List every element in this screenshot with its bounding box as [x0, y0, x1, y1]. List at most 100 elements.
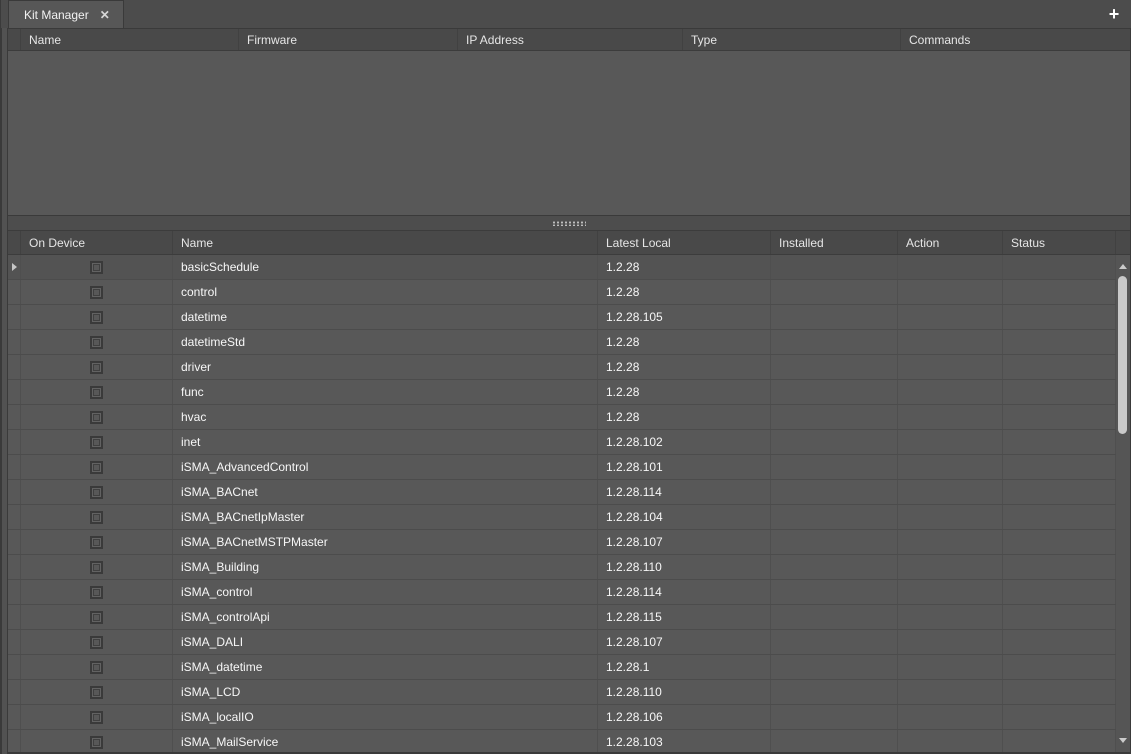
kit-action	[898, 605, 1003, 629]
kit-row[interactable]: iSMA_MailService 1.2.28.103	[8, 730, 1116, 752]
tab-label: Kit Manager	[24, 8, 89, 22]
kits-table-header: On Device Name Latest Local Installed Ac…	[8, 231, 1130, 255]
kit-row[interactable]: func 1.2.28	[8, 380, 1116, 405]
kit-row[interactable]: iSMA_BACnetMSTPMaster 1.2.28.107	[8, 530, 1116, 555]
kit-status	[1003, 305, 1116, 329]
kit-latest-local: 1.2.28.114	[598, 480, 771, 504]
kit-row[interactable]: iSMA_Building 1.2.28.110	[8, 555, 1116, 580]
on-device-cell	[21, 305, 173, 329]
kit-action	[898, 705, 1003, 729]
column-header-installed[interactable]: Installed	[771, 231, 898, 254]
kit-installed	[771, 630, 898, 654]
on-device-checkbox[interactable]	[90, 311, 103, 324]
kit-row[interactable]: hvac 1.2.28	[8, 405, 1116, 430]
kit-row[interactable]: datetime 1.2.28.105	[8, 305, 1116, 330]
vertical-scrollbar[interactable]	[1116, 255, 1130, 752]
kit-row[interactable]: iSMA_controlApi 1.2.28.115	[8, 605, 1116, 630]
kit-row[interactable]: inet 1.2.28.102	[8, 430, 1116, 455]
on-device-checkbox[interactable]	[90, 411, 103, 424]
checkbox-inner	[93, 339, 100, 346]
kit-manager-window: Kit Manager ✕ + Name Firmware IP Address…	[0, 0, 1131, 754]
current-row-arrow-icon	[12, 263, 17, 271]
on-device-checkbox[interactable]	[90, 561, 103, 574]
kit-row[interactable]: driver 1.2.28	[8, 355, 1116, 380]
kit-name: func	[173, 380, 598, 404]
kit-installed	[771, 530, 898, 554]
scrollbar-thumb[interactable]	[1118, 276, 1127, 434]
tab-kit-manager[interactable]: Kit Manager ✕	[8, 0, 124, 28]
on-device-cell	[21, 380, 173, 404]
tab-close-icon[interactable]: ✕	[100, 9, 110, 21]
kit-row[interactable]: datetimeStd 1.2.28	[8, 330, 1116, 355]
on-device-checkbox[interactable]	[90, 661, 103, 674]
kit-status	[1003, 380, 1116, 404]
on-device-checkbox[interactable]	[90, 336, 103, 349]
kit-latest-local: 1.2.28.114	[598, 580, 771, 604]
kit-row[interactable]: iSMA_BACnetIpMaster 1.2.28.104	[8, 505, 1116, 530]
on-device-checkbox[interactable]	[90, 486, 103, 499]
column-header-commands[interactable]: Commands	[901, 29, 1130, 50]
on-device-checkbox[interactable]	[90, 636, 103, 649]
on-device-checkbox[interactable]	[90, 586, 103, 599]
kit-name: iSMA_BACnetMSTPMaster	[173, 530, 598, 554]
column-header-ip-address[interactable]: IP Address	[458, 29, 683, 50]
kit-action	[898, 355, 1003, 379]
on-device-checkbox[interactable]	[90, 611, 103, 624]
kit-latest-local: 1.2.28.105	[598, 305, 771, 329]
kit-name: iSMA_AdvancedControl	[173, 455, 598, 479]
kit-latest-local: 1.2.28.110	[598, 680, 771, 704]
kit-row[interactable]: iSMA_control 1.2.28.114	[8, 580, 1116, 605]
column-header-firmware[interactable]: Firmware	[239, 29, 458, 50]
kit-row[interactable]: iSMA_DALI 1.2.28.107	[8, 630, 1116, 655]
dock-edge	[1, 28, 8, 754]
kit-action	[898, 430, 1003, 454]
on-device-checkbox[interactable]	[90, 286, 103, 299]
kit-row[interactable]: iSMA_AdvancedControl 1.2.28.101	[8, 455, 1116, 480]
on-device-checkbox[interactable]	[90, 736, 103, 749]
on-device-checkbox[interactable]	[90, 261, 103, 274]
on-device-checkbox[interactable]	[90, 686, 103, 699]
kit-row[interactable]: basicSchedule 1.2.28	[8, 255, 1116, 280]
on-device-checkbox[interactable]	[90, 361, 103, 374]
on-device-cell	[21, 555, 173, 579]
on-device-checkbox[interactable]	[90, 711, 103, 724]
kit-row[interactable]: iSMA_LCD 1.2.28.110	[8, 680, 1116, 705]
on-device-checkbox[interactable]	[90, 461, 103, 474]
column-header-on-device[interactable]: On Device	[21, 231, 173, 254]
column-header-name[interactable]: Name	[173, 231, 598, 254]
on-device-checkbox[interactable]	[90, 511, 103, 524]
chevron-up-icon	[1119, 264, 1127, 269]
kit-latest-local: 1.2.28.107	[598, 530, 771, 554]
scrollbar-track[interactable]	[1116, 273, 1130, 733]
kit-name: iSMA_Building	[173, 555, 598, 579]
kit-action	[898, 255, 1003, 279]
on-device-checkbox[interactable]	[90, 386, 103, 399]
kit-row[interactable]: control 1.2.28	[8, 280, 1116, 305]
kit-status	[1003, 555, 1116, 579]
kit-row[interactable]: iSMA_localIO 1.2.28.106	[8, 705, 1116, 730]
kit-name: iSMA_MailService	[173, 730, 598, 752]
column-header-latest-local[interactable]: Latest Local	[598, 231, 771, 254]
kit-status	[1003, 705, 1116, 729]
column-header-status[interactable]: Status	[1003, 231, 1116, 254]
row-selector-cell	[8, 530, 21, 554]
on-device-checkbox[interactable]	[90, 436, 103, 449]
kit-action	[898, 455, 1003, 479]
kit-installed	[771, 555, 898, 579]
kit-name: iSMA_controlApi	[173, 605, 598, 629]
kit-row[interactable]: iSMA_BACnet 1.2.28.114	[8, 480, 1116, 505]
kit-status	[1003, 505, 1116, 529]
splitter[interactable]	[8, 216, 1130, 231]
checkbox-inner	[93, 414, 100, 421]
column-header-name[interactable]: Name	[21, 29, 239, 50]
kit-latest-local: 1.2.28.106	[598, 705, 771, 729]
scroll-up-button[interactable]	[1116, 259, 1130, 273]
scroll-down-button[interactable]	[1116, 733, 1130, 747]
on-device-checkbox[interactable]	[90, 536, 103, 549]
add-tab-button[interactable]: +	[1104, 4, 1124, 24]
column-header-action[interactable]: Action	[898, 231, 1003, 254]
column-header-type[interactable]: Type	[683, 29, 901, 50]
kit-name: hvac	[173, 405, 598, 429]
kit-latest-local: 1.2.28.103	[598, 730, 771, 752]
kit-row[interactable]: iSMA_datetime 1.2.28.1	[8, 655, 1116, 680]
